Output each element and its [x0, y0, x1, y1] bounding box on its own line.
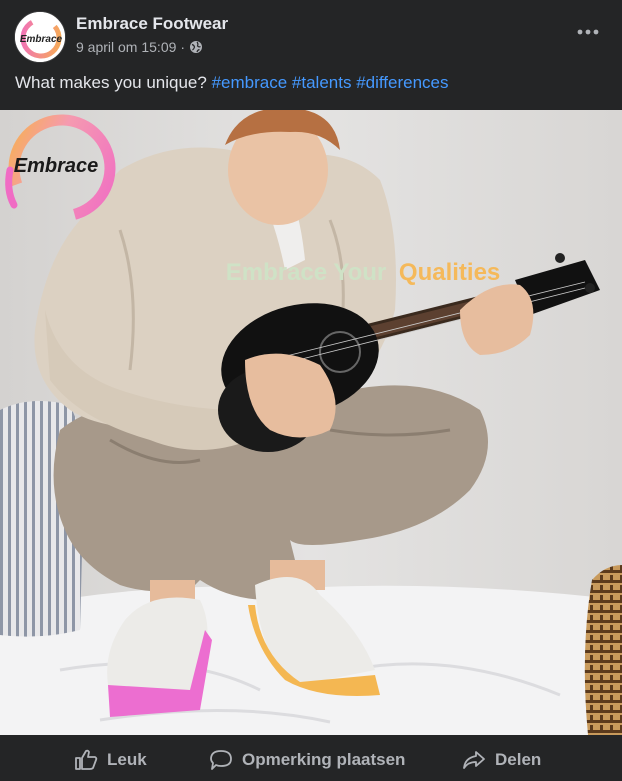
post-image[interactable]: Embrace Embrace Your Qualities: [0, 110, 622, 735]
post-timestamp[interactable]: 9 april om 15:09: [76, 39, 176, 55]
post-caption: What makes you unique? #embrace #talents…: [15, 73, 449, 93]
avatar-logo-text: Embrace: [20, 34, 63, 45]
slogan-text: Embrace Your Qualities: [226, 259, 501, 286]
caption-text: What makes you unique?: [15, 73, 207, 92]
more-options-icon[interactable]: [576, 20, 600, 44]
comment-icon: [209, 749, 233, 771]
share-label: Delen: [495, 750, 542, 769]
page-avatar[interactable]: Embrace: [14, 11, 66, 63]
post-header: Embrace Embrace Footwear 9 april om 15:0…: [0, 0, 622, 66]
image-logo-text: Embrace: [14, 155, 99, 177]
meta-separator: ·: [180, 39, 186, 55]
hashtag-differences[interactable]: #differences: [356, 73, 448, 92]
share-button[interactable]: Delen: [462, 749, 541, 771]
like-label: Leuk: [107, 750, 147, 769]
post-meta: 9 april om 15:09 ·: [76, 39, 203, 55]
hashtag-talents[interactable]: #talents: [292, 73, 352, 92]
share-icon: [462, 749, 486, 771]
like-button[interactable]: Leuk: [74, 749, 147, 771]
thumbs-up-icon: [74, 749, 98, 771]
basket: [584, 565, 622, 735]
slogan-part-2: Qualities: [399, 259, 500, 286]
comment-button[interactable]: Opmerking plaatsen: [209, 749, 405, 771]
hashtag-embrace[interactable]: #embrace: [212, 73, 288, 92]
comment-label: Opmerking plaatsen: [242, 750, 406, 769]
post-actions-bar: Leuk Opmerking plaatsen Delen: [0, 735, 622, 781]
globe-icon: [189, 40, 203, 54]
page-name[interactable]: Embrace Footwear: [76, 14, 228, 34]
slogan-part-1: Embrace Your: [226, 259, 387, 286]
